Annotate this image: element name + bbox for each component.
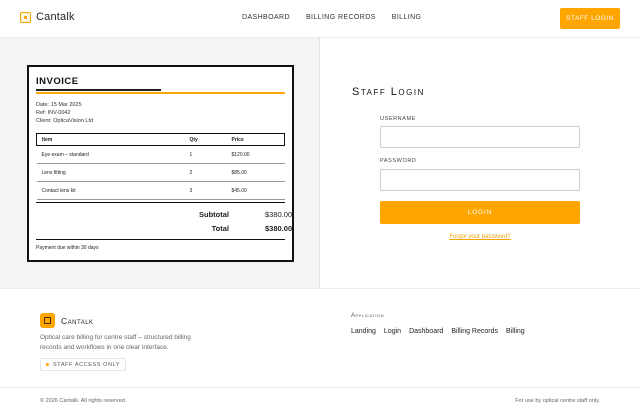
invoice-date: Date: 15 Mar 2025 (36, 102, 82, 108)
invoice-card: INVOICE Date: 15 Mar 2025 Ref: INV-0042 … (27, 65, 294, 262)
footer-links: Landing Login Dashboard Billing Records … (351, 328, 533, 335)
nav-billing[interactable]: Billing (392, 14, 422, 21)
brand[interactable]: Cantalk (20, 11, 75, 23)
staff-access-badge: Staff access only (40, 358, 127, 371)
staff-login-button[interactable]: Staff Login (560, 8, 620, 29)
invoice-footer-note: Payment due within 30 days (36, 239, 285, 251)
total-value: $380.00 (265, 223, 293, 233)
main-nav: Dashboard Billing Records Billing (242, 14, 437, 21)
dot-icon (46, 363, 49, 366)
footer-divider (0, 387, 640, 388)
footer-link-landing[interactable]: Landing (351, 328, 376, 335)
nav-billing-records[interactable]: Billing Records (306, 14, 376, 21)
footer-copyright: © 2026 Cantalk. All rights reserved. (40, 398, 127, 404)
staff-access-text: Staff access only (53, 361, 121, 368)
logo-square-icon (20, 11, 31, 23)
row-item: Lens fitting (36, 163, 185, 182)
row-item: Eye exam – standard (36, 145, 185, 164)
forgot-password-link[interactable]: Forgot your password? (380, 234, 580, 240)
password-label: Password (380, 158, 417, 164)
table-row: Lens fitting 2 $85.00 (36, 163, 285, 182)
footer-link-login[interactable]: Login (384, 328, 401, 335)
brand-name: Cantalk (36, 11, 75, 23)
subtotal-value: $380.00 (265, 209, 293, 219)
total-row: Total $380.00 (36, 221, 293, 235)
footer-brand: Cantalk (40, 313, 94, 328)
invoice-meta: Date: 15 Mar 2025 Ref: INV-0042 Client: … (36, 101, 285, 125)
subtotal-label: Subtotal (199, 209, 229, 219)
invoice-preview-panel: INVOICE Date: 15 Mar 2025 Ref: INV-0042 … (0, 38, 320, 288)
col-qty: Qty (184, 133, 227, 146)
site-footer: Cantalk Optical care billing for centre … (0, 288, 640, 418)
invoice-header-row: Item Qty Price (36, 133, 285, 146)
invoice-title-rule (36, 89, 285, 94)
row-price: $120.00 (226, 145, 285, 164)
footer-link-billing[interactable]: Billing (506, 328, 525, 335)
footer-brand-name: Cantalk (61, 315, 94, 326)
invoice-table: Item Qty Price Eye exam – standard 1 $12… (36, 133, 285, 200)
username-input[interactable] (380, 126, 580, 148)
username-label: Username (380, 116, 416, 122)
col-price: Price (226, 133, 285, 146)
login-button[interactable]: Login (380, 201, 580, 224)
invoice-totals: Subtotal $380.00 Total $380.00 (36, 202, 293, 235)
footer-staff-note: For use by optical centre staff only. (515, 398, 600, 404)
table-row: Eye exam – standard 1 $120.00 (36, 145, 285, 164)
login-title: Staff Login (352, 86, 425, 98)
row-item: Contact lens kit (36, 181, 185, 200)
invoice-ref: Ref: INV-0042 (36, 110, 71, 116)
col-item: Item (36, 133, 185, 146)
table-row: Contact lens kit 3 $45.00 (36, 181, 285, 200)
top-header: Cantalk Dashboard Billing Records Billin… (0, 0, 640, 38)
subtotal-row: Subtotal $380.00 (36, 207, 293, 221)
footer-description: Optical care billing for centre staff – … (40, 334, 191, 351)
login-panel: Staff Login Username Password Login Forg… (352, 86, 582, 240)
row-price: $45.00 (226, 181, 285, 200)
invoice-client: Client: OpticaVision Ltd (36, 118, 94, 124)
footer-application-label: Application (351, 313, 384, 319)
invoice-title: INVOICE (36, 76, 79, 87)
row-price: $85.00 (226, 163, 285, 182)
row-qty: 2 (184, 163, 227, 182)
row-qty: 3 (184, 181, 227, 200)
footer-link-billing-records[interactable]: Billing Records (451, 328, 498, 335)
footer-link-dashboard[interactable]: Dashboard (409, 328, 443, 335)
total-label: Total (211, 223, 229, 233)
row-qty: 1 (184, 145, 227, 164)
password-input[interactable] (380, 169, 580, 191)
logo-square-icon (40, 313, 55, 328)
nav-dashboard[interactable]: Dashboard (242, 14, 290, 21)
